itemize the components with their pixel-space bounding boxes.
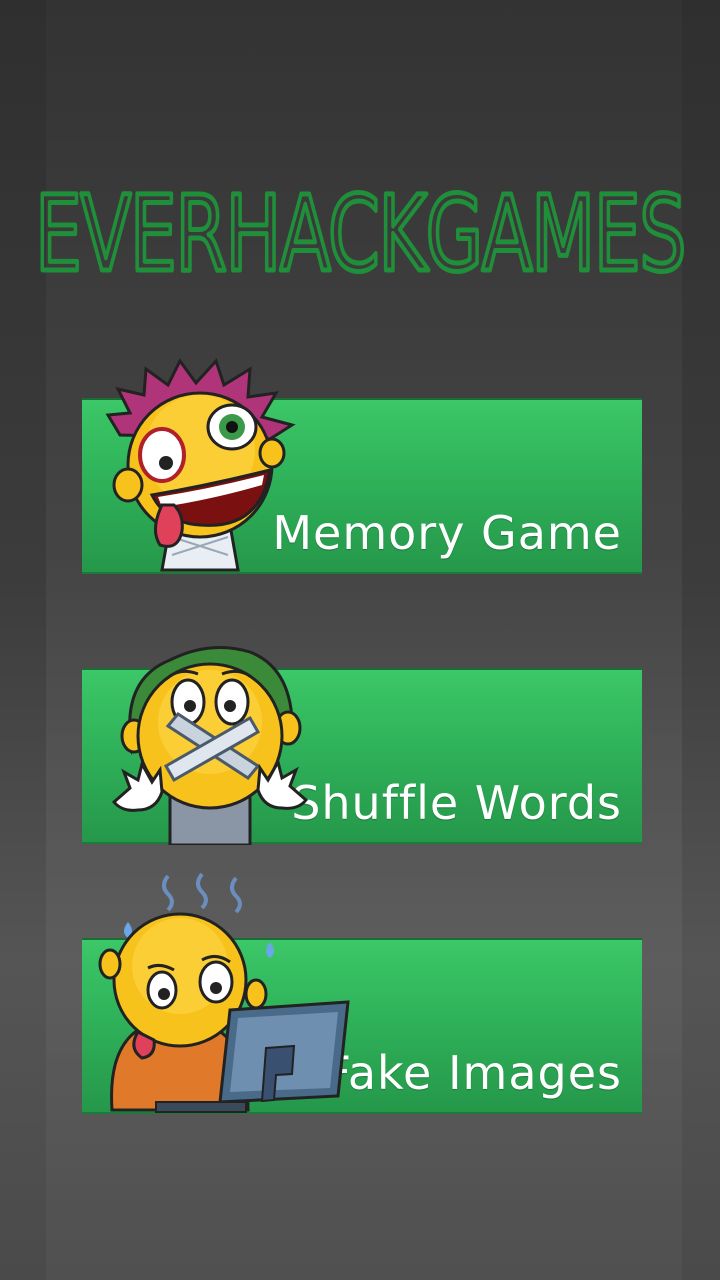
taped-mouth-face-icon bbox=[111, 646, 309, 845]
worried-computer-face-icon bbox=[98, 872, 350, 1113]
crazy-face-icon bbox=[105, 358, 296, 572]
fake-images-label: Fake Images bbox=[324, 1046, 622, 1100]
shuffle-words-label: Shuffle Words bbox=[291, 776, 622, 830]
memory-game-label: Memory Game bbox=[272, 506, 622, 560]
app-logo: EVERHACKGAMES bbox=[0, 120, 720, 320]
app-logo-text: EVERHACKGAMES bbox=[35, 173, 685, 295]
